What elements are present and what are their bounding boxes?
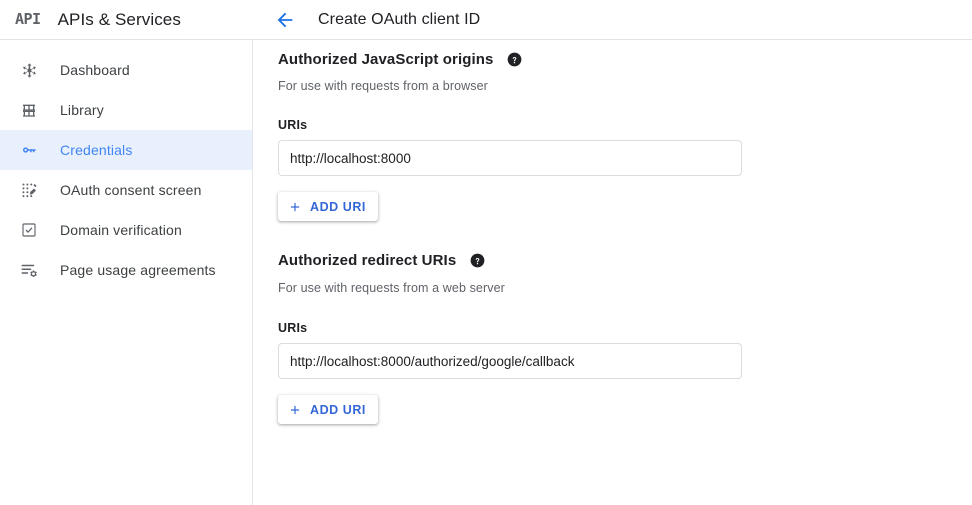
add-uri-button[interactable]: ADD URI: [278, 395, 378, 424]
page-title: Create OAuth client ID: [318, 10, 481, 28]
uri-field-label: URIs: [278, 321, 308, 335]
sidebar-item-oauth-consent-screen[interactable]: OAuth consent screen: [0, 170, 252, 210]
main-content: Authorized JavaScript origins For use wi…: [254, 40, 972, 505]
dashboard-icon: [17, 58, 41, 82]
sidebar-item-label: Library: [60, 102, 104, 118]
key-icon: [17, 138, 41, 162]
sidebar-item-label: Credentials: [60, 142, 133, 158]
sidebar-item-domain-verification[interactable]: Domain verification: [0, 210, 252, 250]
sidebar-item-label: Page usage agreements: [60, 262, 216, 278]
section-title: Authorized redirect URIs: [278, 252, 457, 269]
sidebar-item-credentials[interactable]: Credentials: [0, 130, 252, 170]
section-header: Authorized redirect URIs: [278, 221, 972, 269]
domain-verification-icon: [17, 218, 41, 242]
sidebar-nav: Dashboard Library Credentials OAuth cons…: [0, 40, 253, 505]
uri-field-label: URIs: [278, 118, 308, 132]
section-subtitle: For use with requests from a browser: [278, 79, 488, 93]
top-bar: API APIs & Services Create OAuth client …: [0, 0, 972, 40]
arrow-back-icon[interactable]: [272, 7, 298, 33]
add-uri-label: ADD URI: [310, 402, 366, 417]
section-title: Authorized JavaScript origins: [278, 51, 494, 68]
uri-input[interactable]: [278, 343, 742, 379]
sidebar-item-library[interactable]: Library: [0, 90, 252, 130]
sidebar-item-page-usage-agreements[interactable]: Page usage agreements: [0, 250, 252, 290]
usage-agreements-icon: [17, 258, 41, 282]
brand-title: APIs & Services: [57, 9, 181, 29]
section-authorized-javascript-origins: Authorized JavaScript origins For use wi…: [254, 40, 972, 221]
section-header: Authorized JavaScript origins: [278, 40, 972, 68]
uri-input[interactable]: [278, 140, 742, 176]
help-circle-icon[interactable]: [507, 52, 522, 67]
sidebar-item-dashboard[interactable]: Dashboard: [0, 50, 252, 90]
plus-icon: [288, 403, 302, 417]
library-icon: [17, 98, 41, 122]
page-header: Create OAuth client ID: [253, 0, 480, 39]
section-authorized-redirect-uris: Authorized redirect URIs For use with re…: [254, 221, 972, 424]
plus-icon: [288, 200, 302, 214]
section-subtitle: For use with requests from a web server: [278, 281, 505, 295]
sidebar-item-label: Dashboard: [60, 62, 130, 78]
brand-area: API APIs & Services: [0, 0, 252, 39]
add-uri-label: ADD URI: [310, 199, 366, 214]
add-uri-button[interactable]: ADD URI: [278, 192, 378, 221]
sidebar-item-label: Domain verification: [60, 222, 182, 238]
consent-screen-icon: [17, 178, 41, 202]
api-logo-icon: API: [15, 10, 41, 28]
help-circle-icon[interactable]: [470, 253, 485, 268]
sidebar-item-label: OAuth consent screen: [60, 182, 202, 198]
